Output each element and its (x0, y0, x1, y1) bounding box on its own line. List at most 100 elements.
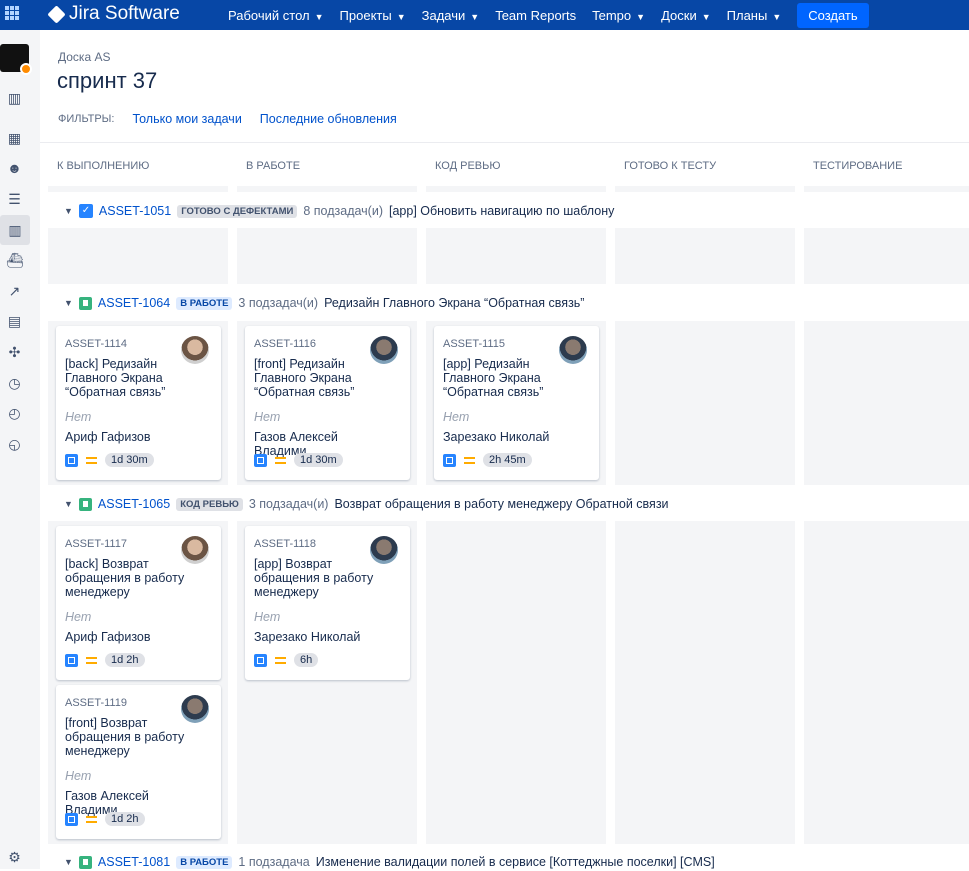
subtask-icon (65, 653, 78, 667)
status-badge: ГОТОВО С ДЕФЕКТАМИ (177, 204, 298, 218)
jira-diamond-icon (47, 4, 66, 24)
project-avatar[interactable] (0, 44, 32, 75)
issue-key[interactable]: ASSET-1081 (98, 855, 170, 869)
issue-key[interactable]: ASSET-1065 (98, 497, 170, 511)
column-header-ready-for-test: ГОТОВО К ТЕСТУ (624, 160, 717, 172)
issue-card[interactable]: ASSET-1117 [back] Возврат обращения в ра… (56, 526, 221, 680)
card-summary: [front] Возврат обращения в работу менед… (65, 716, 185, 758)
assignee-avatar (181, 536, 209, 564)
nav-tempo[interactable]: Tempo ▼ (592, 8, 645, 23)
issue-card[interactable]: ASSET-1114 [back] Редизайн Главного Экра… (56, 326, 221, 480)
estimate-badge: 1d 30m (294, 453, 343, 467)
chevron-down-icon: ▼ (701, 11, 711, 22)
filters-label: ФИЛЬТРЫ: (58, 113, 115, 125)
quick-filters: ФИЛЬТРЫ: Только мои задачи Последние обн… (58, 112, 397, 126)
subtask-count: 8 подзадач(и) (303, 204, 383, 218)
time-icon[interactable]: ◵ (6, 436, 23, 453)
column-cell (615, 228, 795, 284)
column-cell (804, 321, 969, 485)
card-summary: [app] Возврат обращения в работу менедже… (254, 557, 374, 599)
issue-summary: [app] Обновить навигацию по шаблону (388, 204, 615, 218)
clock-icon[interactable]: ◴ (6, 405, 23, 422)
card-assignee: Зарезако Николай (443, 430, 550, 444)
issue-card[interactable]: ASSET-1116 [front] Редизайн Главного Экр… (245, 326, 410, 480)
nav-desktop[interactable]: Рабочий стол ▼ (228, 8, 324, 23)
page-title: спринт 37 (57, 68, 158, 93)
card-field: Нет (65, 610, 92, 624)
status-badge: КОД РЕВЬЮ (176, 497, 243, 511)
nav-label: Проекты (339, 7, 392, 23)
swimlane-header[interactable]: ▼ ASSET-1081 В РАБОТЕ 1 подзадача Измене… (64, 853, 715, 871)
chevron-down-icon[interactable]: ▼ (64, 298, 73, 308)
top-navigation: Jira Software Рабочий стол ▼ Проекты ▼ Зад… (0, 0, 969, 30)
stack-icon[interactable]: ☰ (6, 191, 23, 208)
components-icon[interactable]: ✣ (6, 344, 23, 361)
nav-issues[interactable]: Задачи ▼ (422, 8, 480, 23)
column-cell (237, 228, 417, 284)
assignee-avatar (181, 695, 209, 723)
assignee-avatar (370, 536, 398, 564)
column-cell (615, 321, 795, 485)
estimate-badge: 1d 30m (105, 453, 154, 467)
tempo-icon[interactable]: ◷ (6, 375, 23, 392)
card-field: Нет (254, 410, 281, 424)
nav-team-reports[interactable]: Team Reports (495, 8, 576, 23)
nav-label: Задачи (421, 7, 466, 23)
chevron-down-icon[interactable]: ▼ (64, 499, 73, 509)
backlog-icon[interactable]: ▦ (6, 130, 23, 147)
filter-recently-updated[interactable]: Последние обновления (260, 112, 397, 126)
breadcrumb[interactable]: Доска AS (58, 50, 110, 64)
column-cell (804, 228, 969, 284)
issue-key[interactable]: ASSET-1051 (99, 204, 171, 218)
nav-boards[interactable]: Доски ▼ (661, 8, 711, 23)
subtask-count: 1 подзадача (238, 855, 310, 869)
releases-icon[interactable]: ⛴ (6, 252, 24, 269)
chevron-down-icon[interactable]: ▼ (64, 857, 73, 867)
board-icon[interactable]: ▥ (6, 90, 23, 107)
swimlane-header[interactable]: ▼ ASSET-1065 КОД РЕВЬЮ 3 подзадач(и) Воз… (64, 495, 669, 513)
nav-plans[interactable]: Планы ▼ (727, 8, 782, 23)
story-icon (78, 855, 92, 869)
card-summary: [back] Возврат обращения в работу менедж… (65, 557, 185, 599)
column-cell (48, 228, 228, 284)
issue-key[interactable]: ASSET-1064 (98, 296, 170, 310)
priority-medium-icon (86, 656, 97, 664)
chevron-down-icon: ▼ (470, 11, 480, 22)
issues-icon[interactable]: ▤ (6, 313, 23, 330)
nav-label: Планы (726, 7, 768, 23)
assignee-avatar (370, 336, 398, 364)
subtask-icon (65, 453, 78, 467)
issue-card[interactable]: ASSET-1118 [app] Возврат обращения в раб… (245, 526, 410, 680)
divider (40, 142, 969, 143)
swimlane-header[interactable]: ▼ ASSET-1064 В РАБОТЕ 3 подзадач(и) Реди… (64, 294, 584, 312)
reports-icon[interactable]: ↗ (6, 283, 23, 300)
active-board-icon[interactable]: ▥ (0, 215, 30, 245)
column-header-testing: ТЕСТИРОВАНИЕ (813, 160, 903, 172)
estimate-badge: 6h (294, 653, 319, 667)
issue-summary: Изменение валидации полей в сервисе [Кот… (315, 855, 715, 869)
swimlane-header[interactable]: ▼ ✓ ASSET-1051 ГОТОВО С ДЕФЕКТАМИ 8 подз… (64, 202, 614, 220)
subtask-icon (443, 453, 456, 467)
settings-gear-icon[interactable]: ⚙ (6, 849, 23, 866)
estimate-badge: 2h 45m (483, 453, 532, 467)
card-field: Нет (65, 769, 92, 783)
assignee-avatar (559, 336, 587, 364)
story-icon (78, 296, 92, 310)
jira-logo[interactable]: Jira Software (47, 3, 180, 25)
issue-card[interactable]: ASSET-1115 [app] Редизайн Главного Экран… (434, 326, 599, 480)
column-cell (804, 521, 969, 844)
column-cell (426, 521, 606, 844)
app-switcher-icon[interactable] (5, 6, 19, 20)
issue-card[interactable]: ASSET-1119 [front] Возврат обращения в р… (56, 685, 221, 839)
card-field: Нет (443, 410, 470, 424)
create-button[interactable]: Создать (797, 2, 869, 28)
priority-medium-icon (86, 815, 97, 823)
nav-projects[interactable]: Проекты ▼ (340, 8, 406, 23)
priority-medium-icon (464, 456, 475, 464)
filter-my-issues[interactable]: Только мои задачи (132, 112, 241, 126)
chevron-down-icon[interactable]: ▼ (64, 206, 73, 216)
team-icon[interactable]: ☻ (6, 160, 23, 177)
card-field: Нет (254, 610, 281, 624)
column-cell (426, 186, 606, 192)
subtask-count: 3 подзадач(и) (238, 296, 319, 310)
